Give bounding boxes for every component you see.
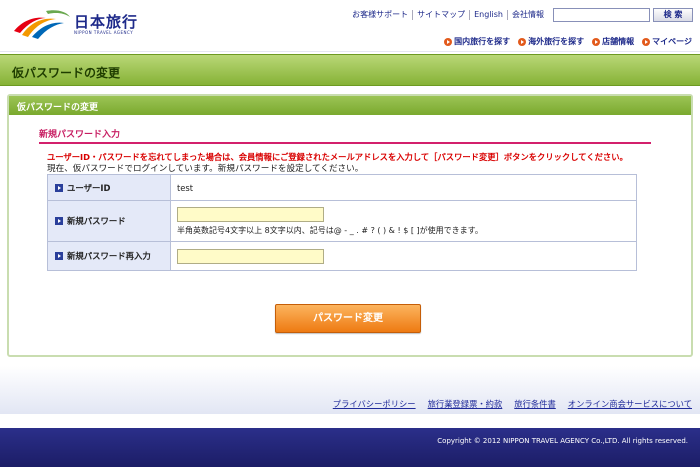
nav-label: マイページ	[652, 37, 692, 46]
site-header: 日本旅行 NIPPON TRAVEL AGENCY お客様サポート サイトマップ…	[0, 0, 700, 52]
new-password-input[interactable]	[177, 206, 324, 222]
user-id-value: test	[170, 174, 637, 201]
search-button[interactable]: 検 索	[653, 8, 693, 22]
arrow-right-icon	[642, 37, 651, 46]
copyright: Copyright © 2012 NIPPON TRAVEL AGENCY Co…	[437, 437, 688, 445]
password-hint: 半角英数記号4文字以上 8文字以内、記号は@ - _ . # ? ( ) & !…	[177, 225, 483, 235]
arrow-right-icon	[55, 183, 63, 192]
util-link-support[interactable]: お客様サポート	[348, 10, 412, 20]
panel-header: 仮パスワードの変更	[9, 96, 691, 115]
logo-subtitle: NIPPON TRAVEL AGENCY	[74, 30, 134, 35]
footer-link-privacy[interactable]: プライバシーポリシー	[333, 398, 416, 410]
arrow-right-icon	[444, 37, 453, 46]
footer-links: プライバシーポリシー 旅行業登録票・約款 旅行条件書 オンライン商会サービスにつ…	[321, 398, 692, 410]
search-input[interactable]	[553, 8, 650, 22]
confirm-password-label: 新規パスワード再入力	[67, 251, 151, 261]
info-note: 現在、仮パスワードでログインしています。新規パスワードを設定してください。	[47, 164, 364, 174]
footer-link-conditions[interactable]: 旅行条件書	[514, 398, 556, 410]
form-row-new-password: 新規パスワード 半角英数記号4文字以上 8文字以内、記号は@ - _ . # ?…	[47, 200, 637, 242]
util-link-sitemap[interactable]: サイトマップ	[412, 10, 469, 20]
page-title: 仮パスワードの変更	[12, 66, 121, 80]
new-password-cell: 半角英数記号4文字以上 8文字以内、記号は@ - _ . # ? ( ) & !…	[170, 200, 637, 242]
util-link-english[interactable]: English	[469, 10, 507, 20]
section-title-text: 新規パスワード入力	[39, 130, 121, 140]
confirm-password-label-cell: 新規パスワード再入力	[47, 241, 171, 271]
nav-label: 店舗情報	[602, 37, 635, 46]
page-title-bar: 仮パスワードの変更	[0, 54, 700, 86]
footer-link-online-service[interactable]: オンライン商会サービスについて	[568, 398, 692, 410]
change-password-button[interactable]: パスワード変更	[275, 304, 421, 333]
footer-link-registration[interactable]: 旅行業登録票・約款	[428, 398, 503, 410]
panel-title: 仮パスワードの変更	[17, 103, 99, 113]
nav-label: 国内旅行を探す	[454, 37, 511, 46]
util-link-company[interactable]: 会社情報	[507, 10, 548, 20]
nav-label: 海外旅行を探す	[528, 37, 585, 46]
form-row-confirm-password: 新規パスワード再入力	[47, 241, 637, 271]
password-form: ユーザーID test 新規パスワード 半角英数記号4文字以上 8文字以内、記号…	[47, 174, 637, 271]
user-id-label: ユーザーID	[67, 182, 111, 193]
arrow-right-icon	[592, 37, 601, 46]
form-row-user-id: ユーザーID test	[47, 174, 637, 201]
confirm-password-cell	[170, 241, 637, 271]
confirm-password-input[interactable]	[177, 248, 324, 264]
main-nav: 国内旅行を探す 海外旅行を探す 店舗情報 マイページ	[436, 36, 692, 47]
nav-stores[interactable]: 店舗情報	[592, 36, 634, 47]
new-password-label: 新規パスワード	[67, 216, 126, 226]
logo-swoosh-icon	[14, 10, 70, 39]
new-password-label-cell: 新規パスワード	[47, 200, 171, 242]
nav-mypage[interactable]: マイページ	[642, 36, 692, 47]
site-logo[interactable]: 日本旅行 NIPPON TRAVEL AGENCY	[12, 7, 152, 41]
logo-title: 日本旅行	[74, 13, 139, 31]
nav-domestic[interactable]: 国内旅行を探す	[444, 36, 510, 47]
arrow-right-icon	[55, 217, 63, 225]
arrow-right-icon	[518, 37, 527, 46]
nav-overseas[interactable]: 海外旅行を探す	[518, 36, 584, 47]
section-title: 新規パスワード入力	[39, 127, 651, 144]
arrow-right-icon	[55, 252, 63, 260]
utility-links: お客様サポート サイトマップ English 会社情報	[348, 10, 548, 20]
user-id-label-cell: ユーザーID	[47, 174, 171, 201]
site-footer: Copyright © 2012 NIPPON TRAVEL AGENCY Co…	[0, 428, 700, 467]
